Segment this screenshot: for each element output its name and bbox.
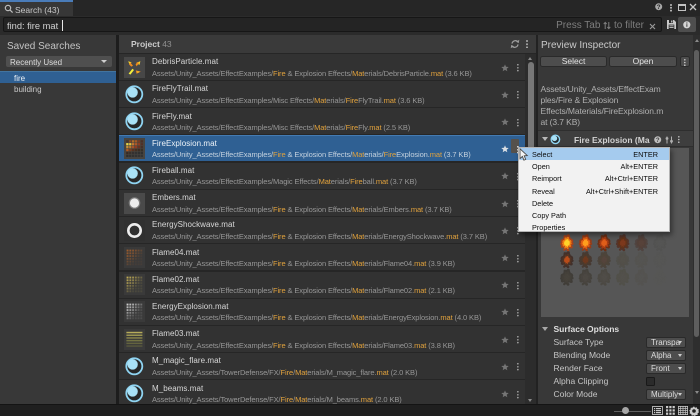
svg-text:?: ? [656,138,660,144]
svg-text:?: ? [657,4,661,11]
